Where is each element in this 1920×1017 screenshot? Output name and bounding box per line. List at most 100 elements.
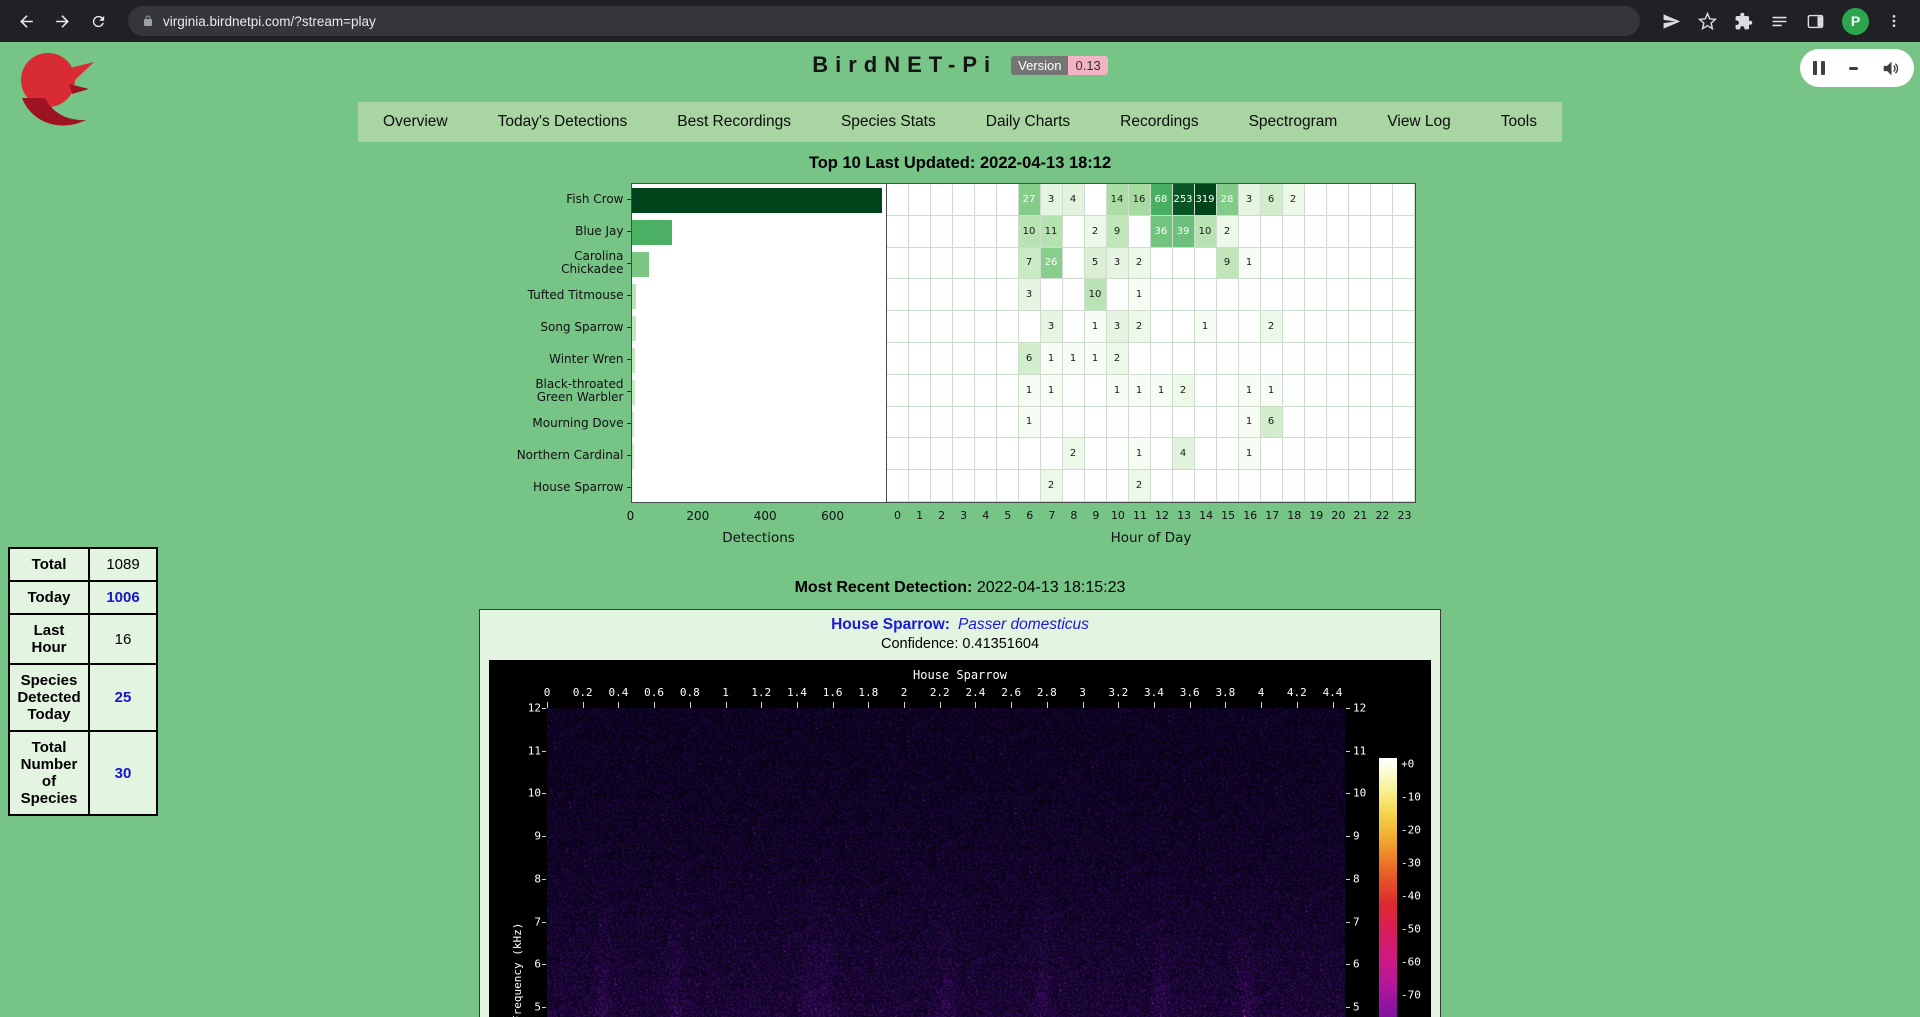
page-header: BirdNET-Pi Version 0.13 bbox=[0, 42, 1920, 78]
heatmap-cell bbox=[1239, 470, 1261, 502]
heatmap-cell bbox=[953, 248, 975, 280]
heatmap-cell bbox=[1107, 407, 1129, 439]
detections-bar bbox=[632, 444, 635, 469]
heatmap-cell bbox=[887, 375, 909, 407]
detection-scientific-name: Passer domesticus bbox=[958, 616, 1089, 633]
heatmap-cell: 1 bbox=[1063, 343, 1085, 375]
freq-tick-label-right: 5 bbox=[1353, 1000, 1360, 1013]
nav-item-view-log[interactable]: View Log bbox=[1362, 102, 1475, 142]
menu-kebab-icon[interactable] bbox=[1886, 13, 1902, 29]
profile-avatar[interactable]: P bbox=[1842, 8, 1869, 35]
version-label: Version bbox=[1011, 56, 1068, 75]
bookmark-star-icon[interactable] bbox=[1698, 12, 1717, 31]
spectrogram-image: House Sparrow Frequency (kHz) 00.20.40.6… bbox=[489, 660, 1431, 1017]
nav-item-best-recordings[interactable]: Best Recordings bbox=[652, 102, 816, 142]
stat-value[interactable]: 30 bbox=[89, 731, 157, 815]
freq-tick bbox=[542, 922, 546, 923]
heatmap-cell bbox=[1195, 438, 1217, 470]
nav-item-species-stats[interactable]: Species Stats bbox=[816, 102, 961, 142]
freq-tick bbox=[542, 964, 546, 965]
heatmap-cell bbox=[1393, 311, 1415, 343]
heatmap-cell bbox=[1195, 248, 1217, 280]
heatmap-cell bbox=[1261, 470, 1283, 502]
nav-item-tools[interactable]: Tools bbox=[1476, 102, 1562, 142]
time-tick bbox=[654, 702, 655, 708]
audio-player[interactable] bbox=[1800, 49, 1914, 87]
heatmap-cell: 1 bbox=[1129, 375, 1151, 407]
freq-tick-label-right: 10 bbox=[1353, 787, 1366, 800]
pause-icon[interactable] bbox=[1813, 61, 1825, 75]
chart-species-row: Tufted Titmouse bbox=[505, 279, 631, 311]
volume-icon[interactable] bbox=[1882, 59, 1901, 78]
nav-item-recordings[interactable]: Recordings bbox=[1095, 102, 1223, 142]
address-bar[interactable]: virginia.birdnetpi.com/?stream=play bbox=[128, 6, 1640, 36]
heatmap-cell: 6 bbox=[1261, 184, 1283, 216]
chart-species-row: Blue Jay bbox=[505, 215, 631, 247]
stat-value[interactable]: 1006 bbox=[89, 581, 157, 614]
heatmap-cell bbox=[1393, 343, 1415, 375]
chart-species-row: House Sparrow bbox=[505, 471, 631, 503]
time-tick-label: 3 bbox=[1079, 686, 1086, 699]
heatmap-cell bbox=[975, 470, 997, 502]
heatmap-cell bbox=[1305, 279, 1327, 311]
heatmap-cell bbox=[1173, 343, 1195, 375]
nav-item-overview[interactable]: Overview bbox=[358, 102, 473, 142]
send-icon[interactable] bbox=[1662, 12, 1681, 31]
heatmap-cell bbox=[1393, 375, 1415, 407]
detection-species[interactable]: House Sparrow: bbox=[831, 616, 950, 633]
nav-item-daily-charts[interactable]: Daily Charts bbox=[961, 102, 1095, 142]
most-recent-value: 2022-04-13 18:15:23 bbox=[977, 579, 1126, 596]
browser-toolbar: virginia.birdnetpi.com/?stream=play P bbox=[0, 0, 1920, 42]
hour-tick: 5 bbox=[1004, 509, 1011, 522]
heatmap-cell bbox=[1063, 375, 1085, 407]
detections-bar bbox=[632, 380, 635, 405]
heatmap-cell bbox=[1327, 311, 1349, 343]
nav-item-today-s-detections[interactable]: Today's Detections bbox=[473, 102, 653, 142]
heatmap-cell bbox=[931, 407, 953, 439]
heatmap-cell: 4 bbox=[1063, 184, 1085, 216]
heatmap-cell bbox=[1085, 438, 1107, 470]
forward-button[interactable] bbox=[46, 5, 78, 37]
heatmap-cell: 10 bbox=[1195, 216, 1217, 248]
heatmap-cell bbox=[1305, 184, 1327, 216]
nav-item-spectrogram[interactable]: Spectrogram bbox=[1224, 102, 1363, 142]
heatmap-cell bbox=[909, 248, 931, 280]
heatmap-cell bbox=[1283, 407, 1305, 439]
heatmap-cell: 1 bbox=[1129, 279, 1151, 311]
db-tick-label: -50 bbox=[1401, 923, 1421, 936]
heatmap-cell bbox=[1085, 375, 1107, 407]
heatmap-cell bbox=[1239, 343, 1261, 375]
heatmap-cell bbox=[1151, 311, 1173, 343]
reading-list-icon[interactable] bbox=[1770, 12, 1789, 31]
heatmap-cell: 10 bbox=[1019, 216, 1041, 248]
db-tick-label: -20 bbox=[1401, 824, 1421, 837]
side-panel-icon[interactable] bbox=[1806, 12, 1825, 31]
heatmap-cell bbox=[953, 407, 975, 439]
detections-bar bbox=[632, 476, 633, 501]
heatmap-cell bbox=[997, 216, 1019, 248]
chart-species-label: Mourning Dove bbox=[532, 417, 623, 430]
time-tick-label: 0.8 bbox=[680, 686, 700, 699]
freq-tick-label-left: 10 bbox=[511, 787, 541, 800]
time-tick bbox=[833, 702, 834, 708]
heatmap-cell bbox=[1151, 407, 1173, 439]
heatmap-cell: 1 bbox=[1019, 375, 1041, 407]
heatmap-cell: 2 bbox=[1283, 184, 1305, 216]
stat-value[interactable]: 25 bbox=[89, 664, 157, 731]
reload-button[interactable] bbox=[82, 5, 114, 37]
time-tick bbox=[1261, 702, 1262, 708]
birdnet-logo[interactable] bbox=[12, 48, 106, 138]
heatmap-cell: 2 bbox=[1129, 470, 1151, 502]
chart-species-label: Tufted Titmouse bbox=[528, 289, 624, 302]
freq-tick bbox=[1346, 836, 1350, 837]
padlock-icon bbox=[142, 14, 154, 28]
time-tick-label: 4.4 bbox=[1323, 686, 1343, 699]
time-tick bbox=[904, 702, 905, 708]
heatmap-cell bbox=[997, 311, 1019, 343]
extensions-icon[interactable] bbox=[1734, 12, 1753, 31]
chart-species-label: Winter Wren bbox=[549, 353, 623, 366]
heatmap-cell bbox=[953, 216, 975, 248]
heatmap-cell bbox=[1283, 279, 1305, 311]
hour-tick: 19 bbox=[1309, 509, 1323, 522]
back-button[interactable] bbox=[10, 5, 42, 37]
